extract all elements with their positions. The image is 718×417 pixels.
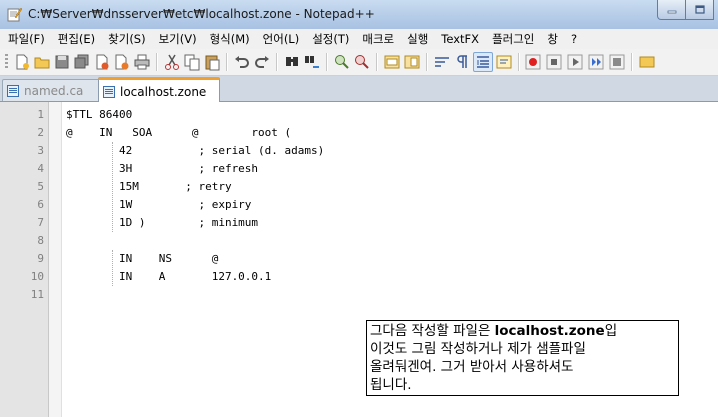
toolbar-separator bbox=[518, 53, 520, 71]
line-number: 11 bbox=[30, 288, 44, 301]
code-line[interactable]: 1W ; expiry bbox=[66, 196, 251, 214]
line-number: 4 bbox=[37, 162, 44, 175]
record-macro-icon[interactable] bbox=[524, 53, 542, 71]
toolbar-separator bbox=[631, 53, 633, 71]
toolbar-separator bbox=[326, 53, 328, 71]
save-all-icon[interactable] bbox=[73, 53, 91, 71]
document-icon bbox=[103, 86, 115, 98]
play-macro-icon[interactable] bbox=[566, 53, 584, 71]
tab-label: localhost.zone bbox=[120, 85, 207, 99]
show-all-chars-icon[interactable] bbox=[453, 53, 471, 71]
toolbar bbox=[0, 49, 718, 76]
find-icon[interactable] bbox=[283, 53, 301, 71]
user-lang-icon[interactable] bbox=[495, 53, 513, 71]
undo-icon[interactable] bbox=[233, 53, 251, 71]
tab-named-ca[interactable]: named.ca bbox=[2, 79, 106, 101]
tab-label: named.ca bbox=[24, 83, 84, 98]
annotation-line: 그다음 작성할 파일은 localhost.zone입 bbox=[370, 322, 675, 340]
toolbar-separator bbox=[426, 53, 428, 71]
close-icon[interactable] bbox=[93, 53, 111, 71]
line-number: 8 bbox=[37, 234, 44, 247]
menu-format[interactable]: 형식(M) bbox=[205, 31, 255, 47]
line-number: 7 bbox=[37, 216, 44, 229]
paste-icon[interactable] bbox=[203, 53, 221, 71]
run-macro-multiple-icon[interactable] bbox=[587, 53, 605, 71]
maximize-button[interactable] bbox=[686, 0, 714, 20]
annotation-text: 입 bbox=[604, 323, 618, 339]
replace-icon[interactable] bbox=[303, 53, 321, 71]
tab-localhost-zone[interactable]: localhost.zone bbox=[98, 77, 220, 104]
window-title: C:₩Server₩dnsserver₩etc₩localhost.zone -… bbox=[28, 7, 375, 21]
toolbar-separator bbox=[226, 53, 228, 71]
code-line[interactable]: 3H ; refresh bbox=[66, 160, 258, 178]
code-line[interactable]: 15M ; retry bbox=[66, 178, 232, 196]
fold-margin[interactable] bbox=[49, 102, 62, 417]
line-number: 6 bbox=[37, 198, 44, 211]
annotation-filename: localhost.zone bbox=[494, 323, 605, 339]
code-line[interactable]: @ IN SOA @ root ( bbox=[66, 124, 291, 142]
stop-macro-icon[interactable] bbox=[545, 53, 563, 71]
menu-edit[interactable]: 편집(E) bbox=[53, 31, 100, 47]
sync-horizontal-icon[interactable] bbox=[403, 53, 421, 71]
menu-search[interactable]: 찾기(S) bbox=[103, 31, 150, 47]
code-line[interactable]: IN A 127.0.0.1 bbox=[66, 268, 271, 286]
document-icon bbox=[7, 84, 19, 97]
word-wrap-icon[interactable] bbox=[433, 53, 451, 71]
save-icon[interactable] bbox=[53, 53, 71, 71]
annotation-line: 이것도 그림 작성하거나 제가 샘플파일 bbox=[370, 341, 586, 357]
new-file-icon[interactable] bbox=[13, 53, 31, 71]
menu-textfx[interactable]: TextFX bbox=[436, 32, 484, 46]
line-number: 3 bbox=[37, 144, 44, 157]
toolbar-separator bbox=[276, 53, 278, 71]
line-number: 5 bbox=[37, 180, 44, 193]
line-number: 1 bbox=[37, 108, 44, 121]
menu-plugins[interactable]: 플러그인 bbox=[487, 31, 539, 47]
zoom-in-icon[interactable] bbox=[333, 53, 351, 71]
menu-bar: 파일(F) 편집(E) 찾기(S) 보기(V) 형식(M) 언어(L) 설정(T… bbox=[0, 29, 718, 50]
open-file-icon[interactable] bbox=[33, 53, 51, 71]
redo-icon[interactable] bbox=[253, 53, 271, 71]
sync-vertical-icon[interactable] bbox=[383, 53, 401, 71]
menu-window[interactable]: 창 bbox=[542, 31, 563, 47]
menu-language[interactable]: 언어(L) bbox=[258, 31, 305, 47]
minimize-button[interactable] bbox=[657, 0, 686, 20]
annotation-line: 올려둬겐여. 그거 받아서 사용하셔도 bbox=[370, 359, 574, 375]
maximize-icon bbox=[694, 5, 705, 14]
zoom-out-icon[interactable] bbox=[353, 53, 371, 71]
notepadpp-app-icon[interactable] bbox=[6, 6, 22, 22]
toolbar-separator bbox=[156, 53, 158, 71]
annotation-line: 됩니다. bbox=[370, 377, 412, 393]
code-line[interactable]: $TTL 86400 bbox=[66, 106, 132, 124]
indent-guide-icon[interactable] bbox=[473, 52, 493, 72]
menu-view[interactable]: 보기(V) bbox=[154, 31, 202, 47]
title-bar: C:₩Server₩dnsserver₩etc₩localhost.zone -… bbox=[0, 0, 718, 30]
document-tab-bar: named.ca localhost.zone bbox=[0, 76, 718, 104]
code-line[interactable]: 1D ) ; minimum bbox=[66, 214, 258, 232]
line-number: 9 bbox=[37, 252, 44, 265]
menu-help[interactable]: ? bbox=[566, 32, 582, 46]
line-number: 10 bbox=[30, 270, 44, 283]
close-all-icon[interactable] bbox=[113, 53, 131, 71]
menu-macro[interactable]: 매크로 bbox=[357, 31, 399, 47]
minimize-icon bbox=[667, 10, 676, 13]
save-macro-icon[interactable] bbox=[608, 53, 626, 71]
menu-settings[interactable]: 설정(T) bbox=[307, 31, 354, 47]
toolbar-separator bbox=[376, 53, 378, 71]
copy-icon[interactable] bbox=[183, 53, 201, 71]
toolbar-grip[interactable] bbox=[5, 54, 8, 70]
code-line[interactable]: IN NS @ bbox=[66, 250, 218, 268]
menu-file[interactable]: 파일(F) bbox=[3, 31, 50, 47]
menu-run[interactable]: 실행 bbox=[402, 31, 433, 47]
line-number: 2 bbox=[37, 126, 44, 139]
print-icon[interactable] bbox=[133, 53, 151, 71]
cut-icon[interactable] bbox=[163, 53, 181, 71]
annotation-callout: 그다음 작성할 파일은 localhost.zone입 이것도 그림 작성하거나… bbox=[366, 320, 679, 396]
code-line[interactable]: 42 ; serial (d. adams) bbox=[66, 142, 324, 160]
toolbar-extra-icon[interactable] bbox=[638, 53, 656, 71]
annotation-text: 그다음 작성할 파일은 bbox=[370, 323, 495, 339]
